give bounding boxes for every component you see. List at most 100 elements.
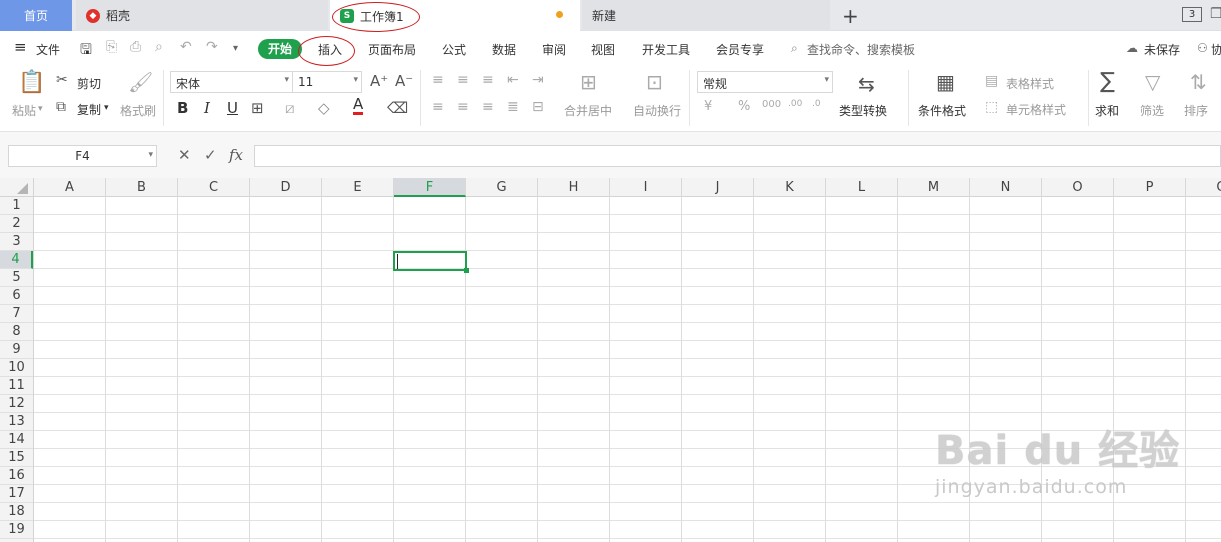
cell-style-button[interactable]: 单元格样式 [1006,101,1066,118]
row-header-18[interactable]: 18 [0,503,33,521]
cancel-icon[interactable]: ✕ [178,146,191,164]
collab-label[interactable]: 协 [1211,41,1221,58]
wrap-text-button[interactable]: 自动换行 [633,102,681,119]
row-header-3[interactable]: 3 [0,233,33,251]
row-header-17[interactable]: 17 [0,485,33,503]
distributed-icon[interactable]: ⊟ [532,99,544,115]
active-cell[interactable] [393,251,469,273]
undo-icon[interactable]: ↶ [180,39,192,55]
sort-icon[interactable]: ⇅ [1190,70,1207,94]
row-header-9[interactable]: 9 [0,341,33,359]
row-header-8[interactable]: 8 [0,323,33,341]
row-header-12[interactable]: 12 [0,395,33,413]
row-header-5[interactable]: 5 [0,269,33,287]
menu-data[interactable]: 数据 [492,41,516,58]
hamburger-menu-icon[interactable]: ≡ [14,38,27,56]
align-bottom-icon[interactable]: ≡ [482,72,494,88]
save-icon[interactable]: 🖫 [80,39,92,63]
italic-button[interactable]: I [204,99,210,117]
filter-button[interactable]: 筛选 [1140,102,1164,119]
paste-icon[interactable]: 📋 [18,70,45,95]
menu-file[interactable]: 文件 [36,41,60,58]
window-layout-icon[interactable]: 3 [1182,7,1202,22]
column-header-k[interactable]: K [754,178,826,197]
bold-button[interactable]: B [177,99,188,117]
menu-start[interactable]: 开始 [258,39,302,59]
align-left-icon[interactable]: ≡ [432,99,444,115]
formula-input[interactable] [254,145,1221,167]
print-icon[interactable]: ⎙ [130,39,141,55]
menu-page-layout[interactable]: 页面布局 [368,41,416,58]
add-tab-button[interactable]: + [842,4,859,28]
column-header-b[interactable]: B [106,178,178,197]
column-header-d[interactable]: D [250,178,322,197]
tab-home[interactable]: 首页 [0,0,72,31]
decrease-font-icon[interactable]: A⁻ [395,72,413,90]
font-size-select[interactable]: 11 [292,71,362,93]
type-convert-icon[interactable]: ⇆ [858,72,875,96]
row-header-14[interactable]: 14 [0,431,33,449]
row-header-15[interactable]: 15 [0,449,33,467]
merge-center-icon[interactable]: ⊞ [580,70,597,94]
print-preview-icon[interactable]: ⌕ [155,39,163,55]
table-style-icon[interactable]: ▤ [985,73,998,89]
command-search-input[interactable]: 查找命令、搜索模板 [807,41,915,58]
fill-color-icon[interactable]: ◇ [318,99,330,117]
row-header-13[interactable]: 13 [0,413,33,431]
underline-button[interactable]: U [227,99,238,117]
number-format-select[interactable]: 常规 [697,71,833,93]
cell-style-icon[interactable]: ⬚ [985,99,998,115]
copy-icon[interactable]: ⧉ [56,99,66,115]
sum-icon[interactable]: ∑ [1100,69,1115,94]
increase-decimal-icon[interactable]: .00 [788,99,802,109]
wrap-text-icon[interactable]: ⊡ [646,70,663,94]
menu-view[interactable]: 视图 [591,41,615,58]
tab-docer[interactable]: ◆ 稻壳 [76,0,328,31]
sort-button[interactable]: 排序 [1184,102,1208,119]
font-name-select[interactable]: 宋体 [170,71,293,93]
menu-formula[interactable]: 公式 [442,41,466,58]
row-header-10[interactable]: 10 [0,359,33,377]
sum-button[interactable]: 求和 [1095,102,1119,119]
merge-center-button[interactable]: 合并居中 [564,102,612,119]
menu-review[interactable]: 审阅 [542,41,566,58]
unsaved-status[interactable]: 未保存 [1144,41,1180,58]
align-top-icon[interactable]: ≡ [432,72,444,88]
row-header-4[interactable]: 4 [0,251,33,269]
column-header-c[interactable]: C [178,178,250,197]
export-icon[interactable]: ⎘ [106,39,117,55]
row-header-16[interactable]: 16 [0,467,33,485]
increase-font-icon[interactable]: A⁺ [370,72,388,90]
menu-dev-tools[interactable]: 开发工具 [642,41,690,58]
column-header-m[interactable]: M [898,178,970,197]
name-box-dropdown-icon[interactable]: ▾ [148,150,153,160]
conditional-format-button[interactable]: 条件格式 [918,102,966,119]
column-header-p[interactable]: P [1114,178,1186,197]
menu-member[interactable]: 会员专享 [716,41,764,58]
row-header-1[interactable]: 1 [0,197,33,215]
confirm-icon[interactable]: ✓ [204,146,217,164]
copy-dropdown-icon[interactable]: ▾ [104,103,109,113]
paste-button[interactable]: 粘贴 [12,102,36,119]
column-header-l[interactable]: L [826,178,898,197]
column-header-g[interactable]: G [466,178,538,197]
column-header-e[interactable]: E [322,178,394,197]
thousands-icon[interactable]: 000 [762,99,781,110]
currency-icon[interactable]: ¥ [704,99,712,114]
special-effect-icon[interactable]: ⧄ [285,99,295,117]
type-convert-button[interactable]: 类型转换 [839,102,887,119]
justify-icon[interactable]: ≣ [507,99,519,115]
insert-function-button[interactable]: fx [229,146,243,164]
row-header-2[interactable]: 2 [0,215,33,233]
select-all-corner[interactable] [0,178,34,197]
align-middle-icon[interactable]: ≡ [457,72,469,88]
column-header-o[interactable]: O [1042,178,1114,197]
quick-access-dropdown-icon[interactable]: ▾ [233,43,238,54]
decrease-decimal-icon[interactable]: .0 [812,99,821,109]
tab-new[interactable]: 新建 [582,0,830,31]
scissors-icon[interactable]: ✂ [56,72,68,88]
copy-button[interactable]: 复制 [77,101,101,118]
name-box[interactable]: F4 ▾ [8,145,157,167]
column-header-i[interactable]: I [610,178,682,197]
column-header-a[interactable]: A [34,178,106,197]
